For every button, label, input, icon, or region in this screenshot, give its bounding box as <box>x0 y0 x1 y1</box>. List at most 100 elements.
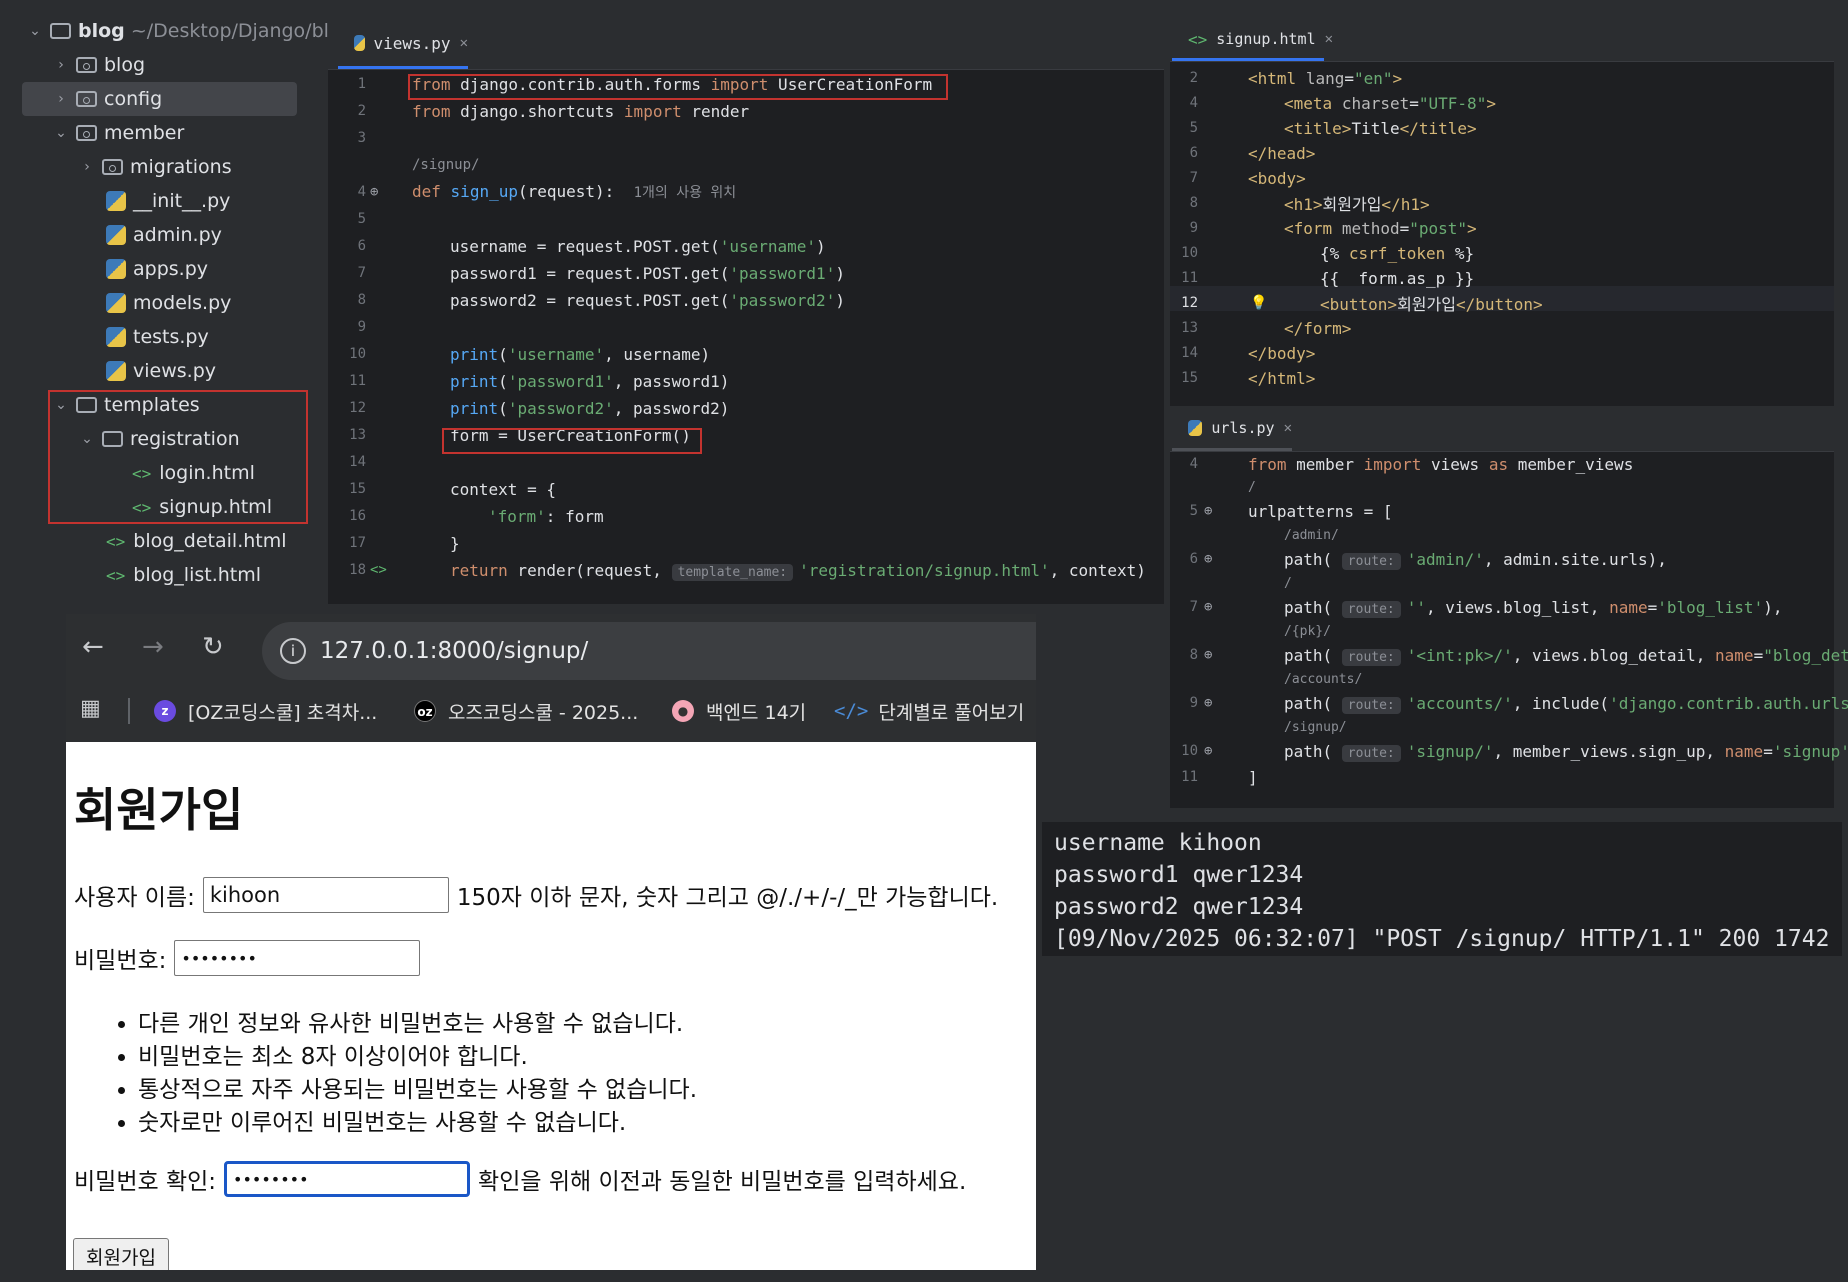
code-line[interactable]: 10 print('username', username) <box>328 341 1164 367</box>
confirm-row: 비밀번호 확인: •••••••• 확인을 위해 이전과 동일한 비밀번호를 입… <box>74 1161 966 1197</box>
tree-item-label: config <box>104 88 163 110</box>
tab-label: views.py <box>373 33 451 53</box>
python-file-icon <box>106 327 126 347</box>
line-number: 6 <box>1189 551 1198 567</box>
browser-chrome: ← → ↻ i 127.0.0.1:8000/signup/ ▦ z [OZ코딩스… <box>66 614 1036 742</box>
list-item: 통상적으로 자주 사용되는 비밀번호는 사용할 수 없습니다. <box>138 1074 697 1107</box>
html-link-icon[interactable]: <> <box>370 562 387 578</box>
globe-icon[interactable]: ⊕ <box>1204 551 1212 567</box>
line-number: 17 <box>349 535 366 551</box>
code-line[interactable]: 5 <box>328 206 1164 232</box>
apps-grid-icon[interactable]: ▦ <box>80 696 101 721</box>
chevron-right-icon[interactable]: › <box>78 159 96 175</box>
bookmark-item[interactable]: oz 오즈코딩스쿨 - 2025... <box>414 694 638 728</box>
tree-item-apps[interactable]: apps.py <box>106 252 208 286</box>
bookmark-item[interactable]: ● 백엔드 14기 <box>672 694 806 728</box>
lightbulb-icon[interactable]: 💡 <box>1250 295 1267 311</box>
code-line[interactable]: 18 <> return render(request, template_name… <box>328 557 1164 583</box>
console-line: username kihoon <box>1054 830 1262 856</box>
username-input[interactable]: kihoon <box>202 877 449 913</box>
tree-item-label: __init__.py <box>133 190 231 212</box>
bookmark-item[interactable]: z [OZ코딩스쿨] 초격차... <box>154 694 377 728</box>
line-number: 9 <box>357 319 366 335</box>
views-editor: views.py ✕ 1 from django.contrib.auth.for… <box>328 18 1164 604</box>
tree-item-member[interactable]: ⌄ member <box>52 116 184 150</box>
tab-urls-py[interactable]: urls.py ✕ <box>1172 405 1292 451</box>
line-number: 4 <box>1189 95 1198 111</box>
code-line[interactable]: 9 <box>328 314 1164 340</box>
signup-submit-button[interactable]: 회원가입 <box>73 1238 169 1270</box>
globe-icon[interactable]: ⊕ <box>1204 647 1212 663</box>
code-line[interactable]: 15 context = { <box>328 476 1164 502</box>
active-tab-indicator <box>338 66 468 69</box>
route-hint: /signup/ <box>412 157 480 173</box>
chevron-right-icon[interactable]: › <box>52 57 70 73</box>
code-line[interactable]: 17} <box>328 530 1164 556</box>
tree-item-blog-list-html[interactable]: <> blog_list.html <box>106 558 261 592</box>
site-info-icon[interactable]: i <box>280 638 306 664</box>
tree-item-label: blog_detail.html <box>133 530 287 552</box>
line-number: 12 <box>1181 295 1198 311</box>
forward-icon[interactable]: → <box>142 632 164 662</box>
tree-item-migrations[interactable]: › migrations <box>78 150 232 184</box>
password-input[interactable]: •••••••• <box>174 940 421 976</box>
code-line[interactable]: 7 password1 = request.POST.get('password1… <box>328 260 1164 286</box>
chevron-down-icon[interactable]: ⌄ <box>26 23 44 39</box>
tree-item-label: blog <box>104 54 146 76</box>
highlight-box <box>408 74 948 100</box>
code-bookmark-icon: </> <box>834 700 869 722</box>
address-bar[interactable]: i 127.0.0.1:8000/signup/ <box>262 622 1036 680</box>
globe-icon[interactable]: ⊕ <box>1204 599 1212 615</box>
tree-item-blog-detail-html[interactable]: <> blog_detail.html <box>106 524 287 558</box>
tree-item-label: tests.py <box>133 326 209 348</box>
code-line[interactable]: 6 username = request.POST.get('username') <box>328 233 1164 259</box>
globe-icon[interactable]: ⊕ <box>1204 695 1212 711</box>
code-line[interactable]: 4 ⊕ def sign_up(request): 1개의 사용 위치 <box>328 179 1164 205</box>
tree-root[interactable]: ⌄ blog ~/Desktop/Django/blo <box>26 14 340 48</box>
chevron-right-icon[interactable]: › <box>52 91 70 107</box>
tab-views-py[interactable]: views.py ✕ <box>338 17 468 69</box>
tree-item-label: migrations <box>130 156 232 178</box>
tab-signup-html[interactable]: <> signup.html ✕ <box>1172 17 1333 61</box>
code-line[interactable]: 12 print('password2', password2) <box>328 395 1164 421</box>
chevron-down-icon[interactable]: ⌄ <box>52 125 70 141</box>
password-confirm-input[interactable]: •••••••• <box>224 1161 471 1197</box>
code-line[interactable]: 8 password2 = request.POST.get('password2… <box>328 287 1164 313</box>
usage-hint[interactable]: 1개의 사용 위치 <box>634 185 737 201</box>
tree-item-init[interactable]: __init__.py <box>106 184 230 218</box>
bookmark-item[interactable]: </> 단계별로 풀어보기 <box>834 694 1024 728</box>
code-line[interactable]: 14 <box>328 449 1164 475</box>
password-row: 비밀번호: •••••••• <box>74 940 428 976</box>
tree-item-views[interactable]: views.py <box>106 354 216 388</box>
close-icon[interactable]: ✕ <box>1325 31 1333 47</box>
tree-item-blog[interactable]: › blog <box>52 48 145 82</box>
line-number: 10 <box>1181 743 1198 759</box>
back-icon[interactable]: ← <box>82 632 104 662</box>
console-line: [09/Nov/2025 06:32:07] "POST /signup/ HT… <box>1054 926 1830 952</box>
editor-tabbar: urls.py ✕ <box>1170 406 1834 452</box>
code-line[interactable]: 2 from django.shortcuts import render <box>328 98 1164 124</box>
close-icon[interactable]: ✕ <box>1284 420 1292 436</box>
globe-icon[interactable]: ⊕ <box>1204 503 1212 519</box>
globe-icon[interactable]: ⊕ <box>1204 743 1212 759</box>
python-file-icon <box>106 293 126 313</box>
line-number: 11 <box>349 373 366 389</box>
bookmark-label: 오즈코딩스쿨 - 2025... <box>448 701 639 724</box>
confirm-label: 비밀번호 확인: <box>74 1169 217 1195</box>
code-line[interactable]: 11 print('password1', password1) <box>328 368 1164 394</box>
tree-item-models[interactable]: models.py <box>106 286 231 320</box>
tree-item-admin[interactable]: admin.py <box>106 218 222 252</box>
line-number: 4 <box>357 184 366 200</box>
line-number: 10 <box>349 346 366 362</box>
code-line[interactable]: 3 <box>328 125 1164 151</box>
reload-icon[interactable]: ↻ <box>202 632 224 662</box>
password-label: 비밀번호: <box>74 948 167 974</box>
globe-icon[interactable]: ⊕ <box>370 184 378 200</box>
code-line[interactable]: 16'form': form <box>328 503 1164 529</box>
confirm-help: 확인을 위해 이전과 동일한 비밀번호를 입력하세요. <box>478 1169 967 1195</box>
close-icon[interactable]: ✕ <box>460 35 468 51</box>
tree-item-tests[interactable]: tests.py <box>106 320 209 354</box>
line-number: 7 <box>357 265 366 281</box>
tree-item-config[interactable]: › config <box>52 82 162 116</box>
username-label: 사용자 이름: <box>74 885 195 911</box>
